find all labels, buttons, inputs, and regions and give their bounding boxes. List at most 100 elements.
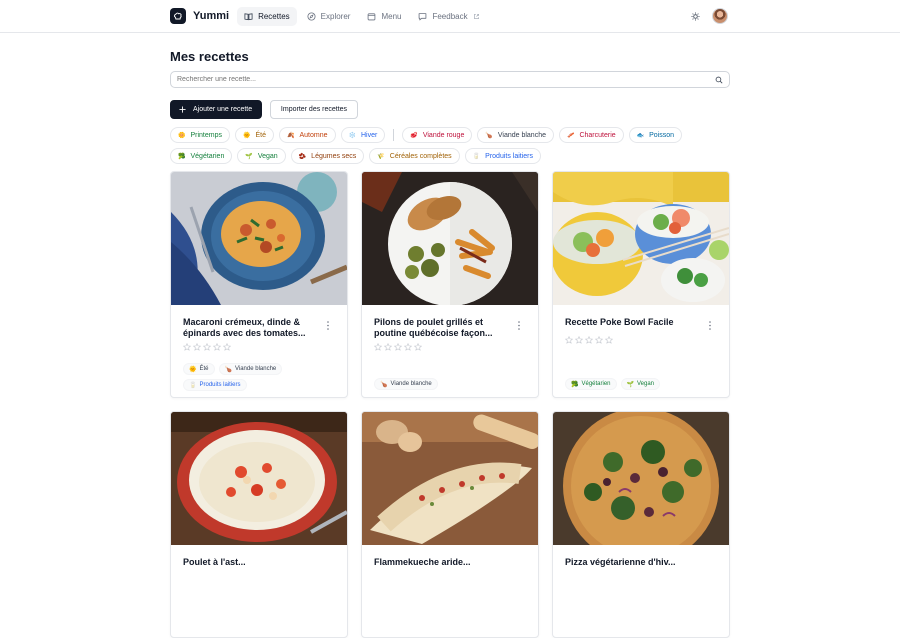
star-icon[interactable] bbox=[183, 343, 191, 351]
filter-viande-blanche[interactable]: 🍗 Viande blanche bbox=[477, 127, 554, 143]
search-icon[interactable] bbox=[715, 76, 723, 84]
star-icon[interactable] bbox=[223, 343, 231, 351]
filter-printemps[interactable]: 🌼 Printemps bbox=[170, 127, 230, 143]
star-icon[interactable] bbox=[374, 343, 382, 351]
chip-label: Hiver bbox=[361, 131, 378, 139]
recipe-title: Flammekueche aride... bbox=[374, 557, 471, 567]
nav-label: Recettes bbox=[258, 11, 290, 21]
nav-menu[interactable]: Menu bbox=[360, 7, 408, 26]
recipe-tag: 🍗 Viande blanche bbox=[218, 363, 283, 375]
filter-produits-laitiers[interactable]: 🥛 Produits laitiers bbox=[464, 148, 542, 164]
recipe-card[interactable]: Flammekueche aride... bbox=[361, 411, 539, 638]
chef-hat-icon bbox=[170, 8, 186, 24]
beans-icon: 🫘 bbox=[298, 153, 307, 160]
filter-divider bbox=[393, 129, 395, 141]
calendar-icon bbox=[368, 12, 376, 20]
star-icon[interactable] bbox=[585, 336, 593, 344]
more-options-icon[interactable] bbox=[326, 321, 330, 330]
recipe-tag: 🥛 Produits laitiers bbox=[183, 379, 247, 391]
filter-poisson[interactable]: 🐟 Poisson bbox=[628, 127, 683, 143]
sun-emoji-icon: 🌞 bbox=[243, 132, 251, 139]
chip-label: Viande blanche bbox=[497, 131, 546, 139]
add-recipe-label: Ajouter une recette bbox=[193, 106, 253, 113]
rating-stars[interactable] bbox=[374, 343, 526, 351]
filter-vegetarien[interactable]: 🥦 Végétarien bbox=[170, 148, 233, 164]
search-bar[interactable] bbox=[170, 71, 730, 88]
more-options-icon[interactable] bbox=[708, 321, 712, 330]
star-icon[interactable] bbox=[384, 343, 392, 351]
nav-label: Feedback bbox=[432, 11, 468, 21]
compass-icon bbox=[307, 11, 316, 21]
recipe-title: Recette Poke Bowl Facile bbox=[565, 317, 674, 327]
star-icon[interactable] bbox=[575, 336, 583, 344]
seedling-icon: 🌱 bbox=[245, 153, 253, 160]
filter-charcuterie[interactable]: 🥓 Charcuterie bbox=[558, 127, 624, 143]
drumstick-icon: 🍗 bbox=[224, 366, 232, 373]
recipe-tag: 🌞 Été bbox=[183, 363, 215, 375]
import-recipes-button[interactable]: Importer des recettes bbox=[270, 100, 358, 119]
filter-viande-rouge[interactable]: 🥩 Viande rouge bbox=[402, 127, 473, 143]
top-navigation: Yummi Recettes Explorer Menu Feedback bbox=[0, 0, 900, 33]
more-options-icon[interactable] bbox=[517, 321, 521, 330]
broccoli-icon: 🥦 bbox=[571, 381, 579, 388]
recipe-tags: 🍗 Viande blanche bbox=[374, 378, 524, 390]
filter-automne[interactable]: 🍂 Automne bbox=[279, 127, 336, 143]
recipe-card[interactable]: Pizza végétarienne d'hiv... bbox=[552, 411, 730, 638]
filter-cereales-completes[interactable]: 🌾 Céréales complètes bbox=[369, 148, 460, 164]
star-icon[interactable] bbox=[394, 343, 402, 351]
page-title: Mes recettes bbox=[170, 49, 249, 64]
rating-stars[interactable] bbox=[565, 336, 717, 344]
nav-feedback[interactable]: Feedback bbox=[411, 7, 486, 26]
meat-icon: 🥩 bbox=[410, 132, 418, 139]
recipe-card[interactable]: Recette Poke Bowl Facile 🥦 Végétarien 🌱 Ve… bbox=[552, 171, 730, 398]
star-icon[interactable] bbox=[193, 343, 201, 351]
user-avatar[interactable] bbox=[712, 8, 728, 24]
tag-label: Végétarien bbox=[581, 381, 611, 387]
app-name: Yummi bbox=[193, 10, 230, 22]
star-icon[interactable] bbox=[414, 343, 422, 351]
app-logo[interactable]: Yummi bbox=[170, 8, 229, 24]
chip-label: Produits laitiers bbox=[485, 152, 534, 160]
star-icon[interactable] bbox=[605, 336, 613, 344]
rating-stars[interactable] bbox=[183, 343, 335, 351]
search-input[interactable] bbox=[177, 76, 677, 83]
recipe-card[interactable]: Pilons de poulet grillés et poutine québ… bbox=[361, 171, 539, 398]
wheat-icon: 🌾 bbox=[377, 153, 385, 160]
star-icon[interactable] bbox=[565, 336, 573, 344]
message-icon bbox=[419, 12, 427, 20]
filter-legumes-secs[interactable]: 🫘 Légumes secs bbox=[290, 148, 365, 164]
recipe-card[interactable]: Macaroni crémeux, dinde & épinards avec … bbox=[170, 171, 348, 398]
tag-label: Été bbox=[199, 366, 209, 372]
drumstick-icon: 🍗 bbox=[485, 132, 493, 139]
tag-label: Vegan bbox=[637, 381, 655, 387]
star-icon[interactable] bbox=[595, 336, 603, 344]
broccoli-icon: 🥦 bbox=[178, 153, 186, 160]
recipe-title: Macaroni crémeux, dinde & épinards avec … bbox=[183, 317, 306, 338]
star-icon[interactable] bbox=[203, 343, 211, 351]
chip-label: Vegan bbox=[257, 152, 278, 160]
fish-icon: 🐟 bbox=[636, 132, 645, 139]
sun-icon[interactable] bbox=[691, 11, 700, 21]
star-icon[interactable] bbox=[213, 343, 221, 351]
filter-hiver[interactable]: ❄️ Hiver bbox=[340, 127, 386, 143]
recipe-image bbox=[171, 172, 347, 305]
nav-explorer[interactable]: Explorer bbox=[300, 7, 358, 26]
recipe-image bbox=[553, 412, 729, 545]
add-recipe-button[interactable]: Ajouter une recette bbox=[170, 100, 262, 119]
drumstick-icon: 🍗 bbox=[380, 381, 388, 388]
import-recipes-label: Importer des recettes bbox=[280, 106, 348, 113]
filter-vegan[interactable]: 🌱 Vegan bbox=[237, 148, 286, 164]
nav-recettes[interactable]: Recettes bbox=[237, 6, 297, 26]
seedling-icon: 🌱 bbox=[626, 381, 634, 388]
recipe-image bbox=[553, 172, 729, 305]
recipe-title: Pilons de poulet grillés et poutine québ… bbox=[374, 317, 493, 338]
filter-ete[interactable]: 🌞 Été bbox=[235, 127, 274, 143]
chip-label: Céréales complètes bbox=[389, 152, 452, 160]
star-icon[interactable] bbox=[404, 343, 412, 351]
chip-label: Végétarien bbox=[190, 152, 225, 160]
milk-icon: 🥛 bbox=[472, 153, 481, 160]
tag-label: Viande blanche bbox=[234, 366, 277, 372]
flower-icon: 🌼 bbox=[178, 132, 186, 139]
recipe-card[interactable]: Poulet à l'ast... bbox=[170, 411, 348, 638]
sun-emoji-icon: 🌞 bbox=[189, 366, 197, 373]
